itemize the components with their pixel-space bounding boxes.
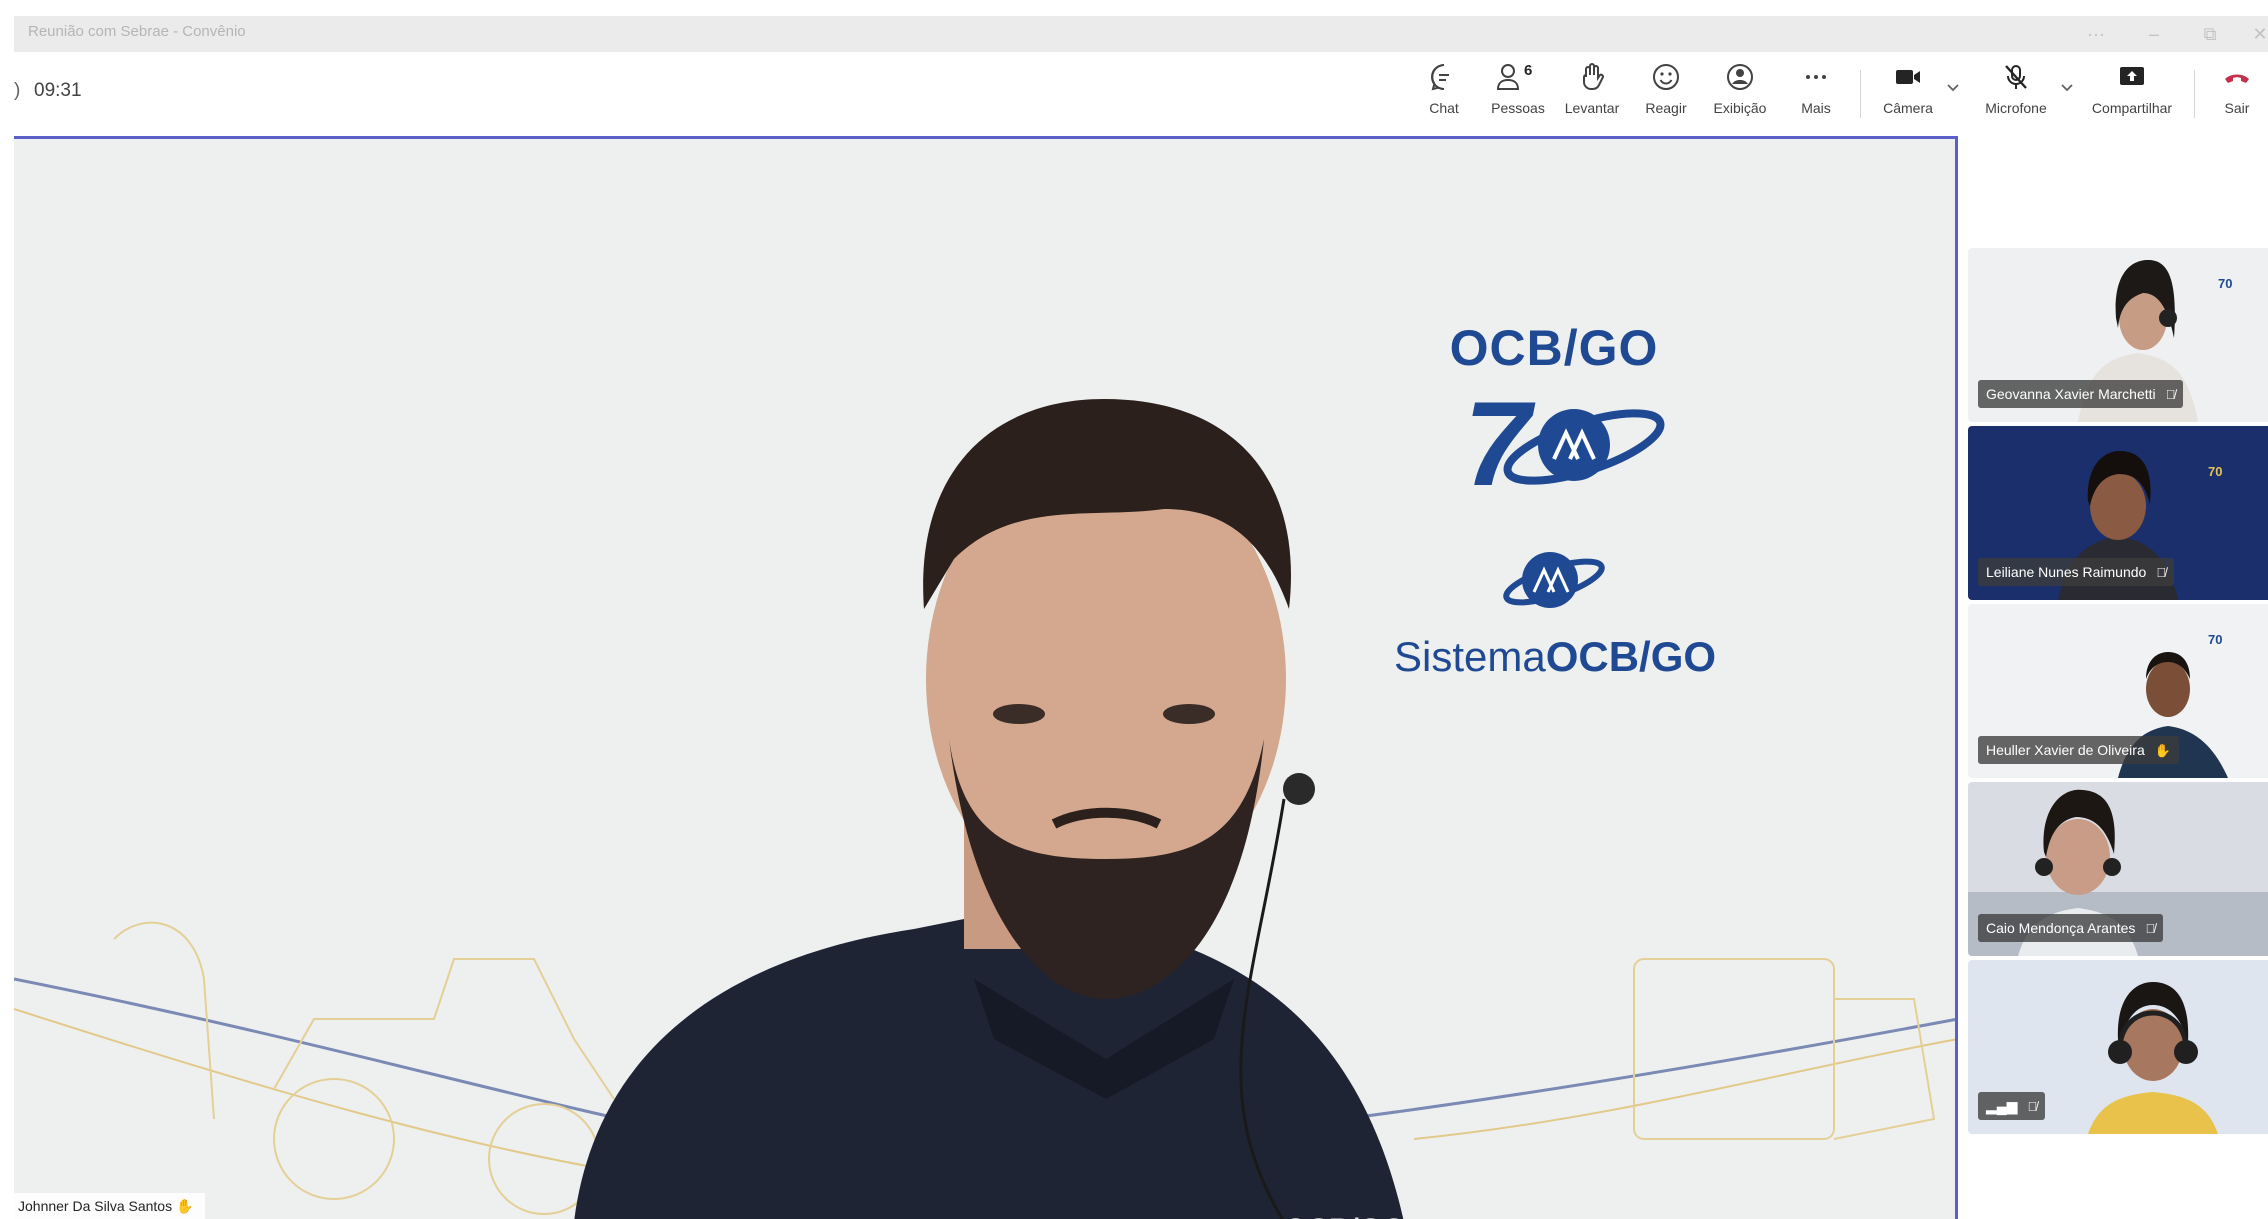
signal-bars-icon: ▂▄▆ — [1986, 1098, 2018, 1114]
meeting-timer: ) 09:31 — [14, 80, 82, 102]
share-screen-icon — [2084, 62, 2180, 98]
toolbar-separator — [1860, 70, 1861, 118]
hand-icon — [1562, 62, 1622, 98]
brand-title: OCB/GO — [1449, 320, 1659, 376]
chat-button[interactable]: Chat — [1416, 62, 1472, 132]
window-titlebar: Reunião com Sebrae - Convênio ··· – ⧉ ✕ — [14, 16, 2268, 52]
brand-sistema: SistemaOCB/GO — [1394, 633, 1717, 680]
microphone-button[interactable]: Microfone — [1974, 62, 2058, 132]
microphone-muted-icon: 🎙̸ — [2145, 921, 2156, 936]
shield-icon: ) — [14, 80, 21, 101]
raised-hand-icon: ✋ — [175, 1198, 194, 1214]
raised-hand-icon: ✋ — [2154, 743, 2171, 758]
participant-name-tag: Leiliane Nunes Raimundo 🎙̸ — [1978, 558, 2175, 586]
microphone-muted-icon: 🎙̸ — [2165, 387, 2176, 402]
toolbar-separator — [2194, 70, 2195, 118]
chat-icon — [1416, 62, 1472, 98]
people-button[interactable]: 6 Pessoas — [1490, 62, 1546, 132]
participant-tile[interactable]: Caio Mendonça Arantes 🎙̸ — [1968, 782, 2268, 956]
microphone-muted-icon: 🎙̸ — [2027, 1099, 2038, 1114]
backdrop-brand: OCB/GO 7 SistemaOCB/GO — [1394, 319, 1717, 681]
ocb-70-logo: 7 — [1464, 377, 1665, 511]
camera-options-chevron-icon[interactable] — [1944, 78, 1962, 96]
react-button[interactable]: Reagir — [1638, 62, 1694, 132]
svg-text:70: 70 — [2208, 632, 2222, 647]
close-icon[interactable]: ✕ — [2246, 20, 2268, 48]
main-video-stage[interactable]: OCB/GO OCB/GO 7 SistemaOCB/GO Johnner Da… — [14, 136, 1958, 1219]
view-icon — [1708, 62, 1772, 98]
participant-tile[interactable]: 70 Heuller Xavier de Oliveira ✋ — [1968, 604, 2268, 778]
elapsed-time: 09:31 — [34, 80, 82, 101]
window-title: Reunião com Sebrae - Convênio — [28, 23, 246, 40]
smiley-icon — [1638, 62, 1694, 98]
svg-text:70: 70 — [2218, 276, 2232, 291]
sistema-ocb-emblem — [1503, 552, 1605, 608]
participant-name-tag: Geovanna Xavier Marchetti 🎙̸ — [1978, 380, 2184, 408]
participant-name-tag: Heuller Xavier de Oliveira ✋ — [1978, 736, 2179, 764]
people-count: 6 — [1524, 62, 1533, 79]
participant-gallery: 70 Geovanna Xavier Marchetti 🎙̸ 70 Leilia… — [1968, 136, 2268, 1219]
camera-button[interactable]: Câmera — [1876, 62, 1940, 132]
camera-icon — [1876, 62, 1940, 98]
svg-text:70: 70 — [2208, 464, 2222, 479]
raise-hand-button[interactable]: Levantar — [1562, 62, 1622, 132]
shirt-logo: OCB/GO — [1284, 1213, 1406, 1219]
participant-status-tag: ▂▄▆ 🎙̸ — [1978, 1092, 2046, 1120]
leave-button[interactable]: Sair — [2212, 62, 2262, 132]
speaker-name-tag: Johnner Da Silva Santos ✋ — [14, 1193, 206, 1219]
participant-tile[interactable]: ▂▄▆ 🎙̸ — [1968, 960, 2268, 1134]
more-icon[interactable]: ··· — [2082, 20, 2110, 48]
minimize-icon[interactable]: – — [2140, 20, 2168, 48]
participant-name-tag: Caio Mendonça Arantes 🎙̸ — [1978, 914, 2164, 942]
share-button[interactable]: Compartilhar — [2084, 62, 2180, 132]
ellipsis-icon — [1794, 62, 1838, 98]
microphone-muted-icon: 🎙̸ — [2156, 565, 2167, 580]
meeting-toolbar: ) 09:31 Chat 6 Pessoas Levantar Reagir Ex… — [14, 52, 2268, 136]
hang-up-icon — [2212, 62, 2262, 98]
more-button[interactable]: Mais — [1794, 62, 1838, 132]
restore-icon[interactable]: ⧉ — [2196, 20, 2224, 48]
microphone-muted-icon — [1974, 62, 2058, 98]
view-button[interactable]: Exibição — [1708, 62, 1772, 132]
people-icon: 6 — [1490, 62, 1546, 98]
participant-tile[interactable]: 70 Geovanna Xavier Marchetti 🎙̸ — [1968, 248, 2268, 422]
participant-tile[interactable]: 70 Leiliane Nunes Raimundo 🎙̸ — [1968, 426, 2268, 600]
microphone-options-chevron-icon[interactable] — [2058, 78, 2076, 96]
